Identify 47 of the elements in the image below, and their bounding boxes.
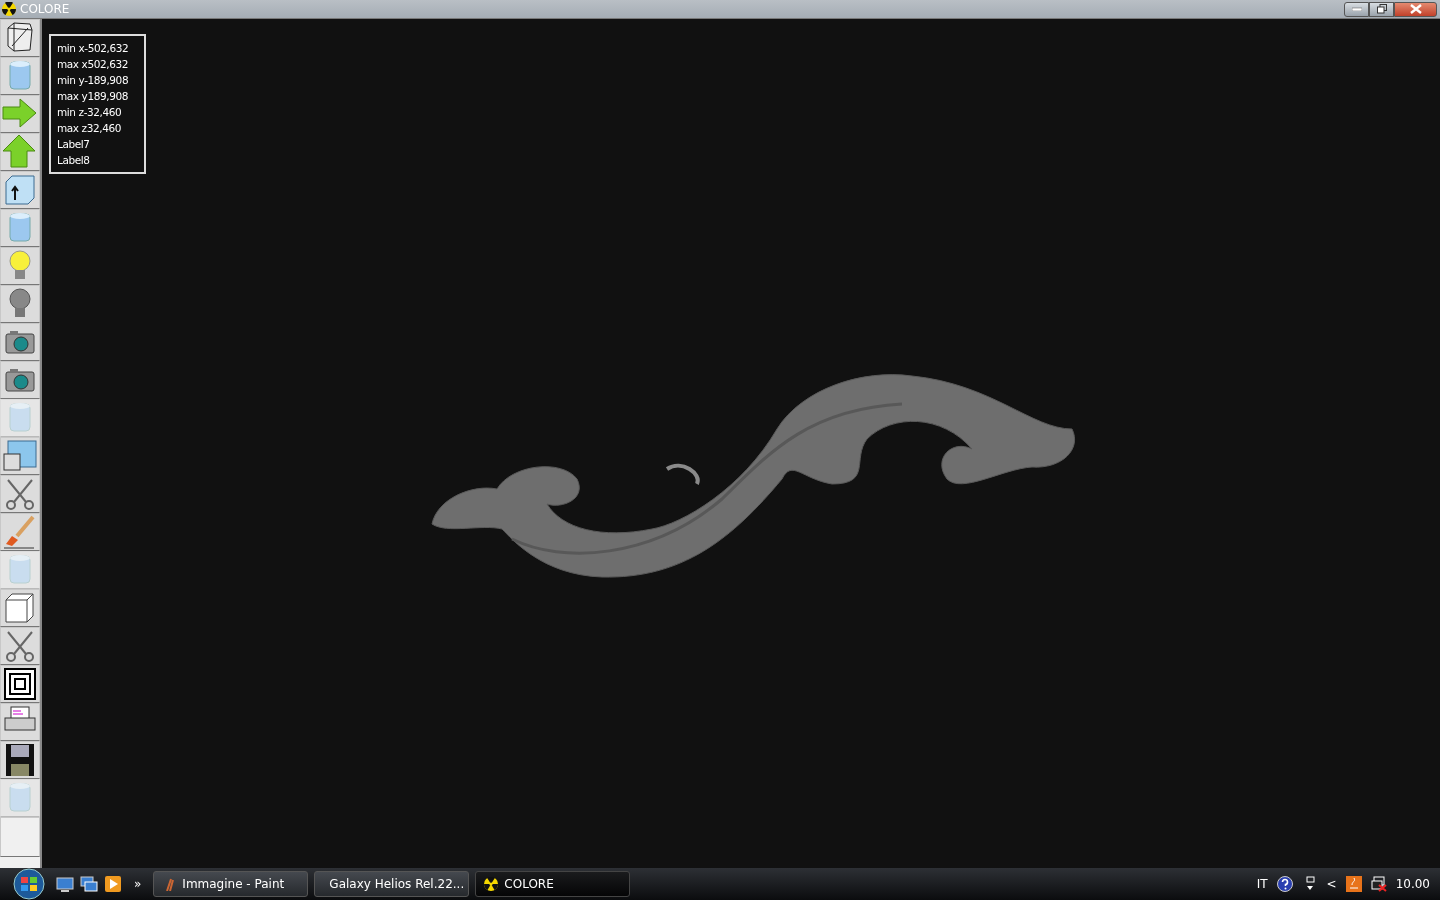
cylinder-button[interactable] <box>0 57 40 95</box>
window-title: COLORE <box>20 1 70 18</box>
wireframe-cube-button[interactable] <box>0 19 40 57</box>
info-label: max z32,460 <box>57 121 123 136</box>
toolbar-button[interactable] <box>0 817 40 857</box>
show-desktop-button[interactable] <box>56 875 74 893</box>
taskbar-button[interactable]: Galaxy Helios Rel.22... <box>314 871 470 897</box>
cube-button[interactable] <box>0 589 40 627</box>
arrow-right-button[interactable] <box>0 95 40 133</box>
radiation-icon <box>2 2 16 16</box>
taskbar-button[interactable]: Immagine - Paint <box>153 871 309 897</box>
more-button[interactable]: » <box>128 875 148 893</box>
lightbulb-button[interactable] <box>0 285 40 323</box>
info-label: min y-189,908 <box>57 73 130 88</box>
cylinder-button[interactable] <box>0 209 40 247</box>
minimize-icon <box>1351 7 1362 11</box>
overlapping-windows-button[interactable] <box>0 437 40 475</box>
language-indicator[interactable]: IT <box>1256 875 1268 893</box>
info-label: min z-32,460 <box>57 105 123 120</box>
restore-button[interactable] <box>1369 1 1394 17</box>
concentric-squares-button[interactable] <box>0 665 40 703</box>
lightbulb-button[interactable] <box>0 247 40 285</box>
radiation-icon <box>484 877 499 891</box>
info-label: max x502,632 <box>57 57 130 72</box>
box-arrow-button[interactable] <box>0 171 40 209</box>
close-icon <box>1409 4 1422 14</box>
switch-windows-button[interactable] <box>80 875 98 893</box>
printer-button[interactable] <box>0 703 40 741</box>
network-disconnected-icon[interactable] <box>1370 876 1387 892</box>
scissors-button[interactable] <box>0 475 40 513</box>
camera-button[interactable] <box>0 361 40 399</box>
info-label: min x-502,632 <box>57 41 130 56</box>
camera-button[interactable] <box>0 323 40 361</box>
close-button[interactable] <box>1394 1 1437 17</box>
info-label: Label7 <box>57 137 91 152</box>
minimize-button[interactable] <box>1344 1 1369 17</box>
taskbar-button[interactable]: COLORE <box>475 871 631 897</box>
clock: 10.00 <box>1395 876 1430 893</box>
info-label: max y189,908 <box>57 89 130 104</box>
show-hidden-icons-button[interactable]: < <box>1326 875 1337 893</box>
media-player-button[interactable] <box>104 875 122 893</box>
paintbrush-button[interactable] <box>0 513 40 551</box>
floppy-disk-button[interactable] <box>0 741 40 779</box>
scissors-button[interactable] <box>0 627 40 665</box>
restore-icon <box>1376 4 1387 14</box>
help-icon[interactable] <box>1276 876 1293 892</box>
info-label: Label8 <box>57 153 91 168</box>
